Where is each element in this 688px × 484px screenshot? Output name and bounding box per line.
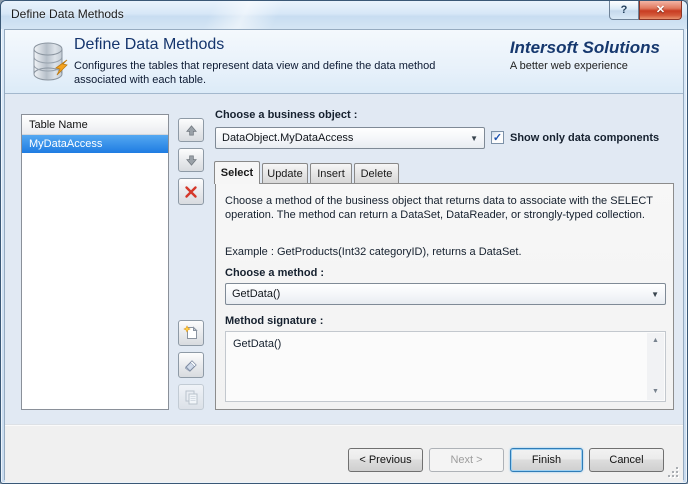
resize-grip-icon[interactable] [666, 465, 678, 477]
delete-table-button[interactable] [178, 178, 204, 205]
chevron-down-icon: ▼ [651, 290, 659, 299]
brand-name: Intersoft Solutions [509, 38, 660, 57]
cancel-button[interactable]: Cancel [589, 448, 664, 472]
chevron-down-icon: ▼ [470, 134, 478, 143]
method-signature-box[interactable]: GetData() ▲ ▼ [225, 331, 666, 402]
tab-update[interactable]: Update [262, 163, 308, 184]
close-icon: ✕ [655, 4, 666, 16]
method-dropdown[interactable]: GetData() ▼ [225, 283, 666, 305]
checkmark-icon: ✓ [492, 132, 503, 144]
content-area: Table Name MyDataAccess Choose a busines… [5, 94, 683, 424]
copy-button[interactable] [178, 384, 204, 410]
method-signature-value: GetData() [233, 338, 282, 350]
select-description: Choose a method of the business object t… [225, 195, 653, 221]
method-value: GetData() [232, 288, 281, 300]
add-new-button[interactable] [178, 320, 204, 346]
scroll-down-icon[interactable]: ▼ [647, 384, 664, 400]
new-document-icon [183, 325, 198, 339]
table-list-item-selected[interactable]: MyDataAccess [22, 135, 168, 153]
signature-scrollbar[interactable]: ▲ ▼ [647, 333, 664, 400]
select-example: Example : GetProducts(Int32 categoryID),… [225, 246, 522, 258]
close-button[interactable]: ✕ [639, 1, 682, 20]
database-icon [33, 42, 68, 81]
brand-tagline: A better web experience [509, 60, 628, 72]
table-list-column-header: Table Name [22, 115, 168, 135]
dialog-client-area: Define Data Methods Configures the table… [4, 29, 684, 482]
show-only-checkbox[interactable]: ✓ [491, 131, 504, 144]
erase-button[interactable] [178, 352, 204, 378]
show-only-label: Show only data components [510, 132, 660, 144]
next-button[interactable]: Next > [429, 448, 504, 472]
dialog-window: Define Data Methods ? ✕ Define Data Meth… [0, 0, 688, 484]
titlebar[interactable]: Define Data Methods [1, 1, 687, 29]
brand-block: Intersoft Solutions A better web experie… [510, 38, 660, 72]
business-object-dropdown[interactable]: DataObject.MyDataAccess ▼ [215, 127, 485, 149]
business-object-value: DataObject.MyDataAccess [222, 132, 354, 144]
arrow-down-icon [185, 154, 197, 166]
move-up-button[interactable] [178, 118, 204, 142]
signature-label: Method signature : [225, 315, 324, 327]
table-list: Table Name MyDataAccess [21, 114, 169, 410]
delete-x-icon [185, 185, 197, 198]
footer-bar: < Previous Next > Finish Cancel [5, 424, 683, 482]
page-title: Define Data Methods [74, 36, 225, 53]
finish-button[interactable]: Finish [510, 448, 583, 472]
previous-button[interactable]: < Previous [348, 448, 423, 472]
eraser-icon [184, 360, 197, 372]
help-icon: ? [620, 4, 628, 16]
copy-documents-icon [185, 390, 198, 405]
page-subtitle: Configures the tables that represent dat… [74, 60, 436, 86]
method-label: Choose a method : [225, 267, 325, 279]
window-title: Define Data Methods [11, 7, 124, 21]
arrow-up-icon [185, 124, 197, 136]
tab-delete[interactable]: Delete [354, 163, 399, 184]
help-button[interactable]: ? [609, 1, 639, 20]
select-tab-panel: Choose a method of the business object t… [215, 183, 674, 410]
tab-select[interactable]: Select [214, 161, 260, 184]
business-object-label: Choose a business object : [215, 109, 358, 121]
move-down-button[interactable] [178, 148, 204, 172]
wizard-header: Define Data Methods Configures the table… [5, 30, 683, 94]
tab-insert[interactable]: Insert [310, 163, 352, 184]
scroll-up-icon[interactable]: ▲ [647, 333, 664, 349]
